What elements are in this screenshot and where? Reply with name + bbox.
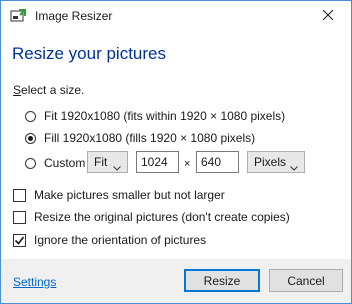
smaller-only-label: Make pictures smaller but not larger [34, 188, 225, 202]
image-resizer-app-icon [10, 8, 26, 24]
smaller-only-option[interactable]: Make pictures smaller but not larger [13, 188, 225, 202]
chevron-down-icon [113, 160, 121, 174]
resize-original-label: Resize the original pictures (don't crea… [34, 210, 290, 224]
custom-height-value: 640 [201, 155, 222, 169]
custom-unit-value: Pixels [254, 155, 287, 169]
cancel-button[interactable]: Cancel [269, 269, 343, 292]
cancel-button-label: Cancel [287, 273, 325, 288]
close-button[interactable] [305, 1, 351, 31]
size-option-fit[interactable]: Fit 1920x1080 (fits within 1920 × 1080 p… [25, 109, 285, 123]
page-heading: Resize your pictures [12, 44, 167, 63]
settings-link[interactable]: Settings [13, 275, 56, 289]
title-bar[interactable]: Image Resizer [1, 1, 351, 31]
custom-width-input[interactable]: 1024 [136, 151, 179, 173]
close-icon [322, 9, 334, 23]
radio-fill[interactable] [25, 132, 36, 144]
select-size-label: Select a size. [13, 83, 84, 97]
ignore-orientation-option[interactable]: Ignore the orientation of pictures [13, 233, 206, 247]
custom-mode-select[interactable]: Fit [87, 151, 128, 173]
size-option-custom-label: Custom [44, 156, 86, 170]
resize-button-label: Resize [203, 273, 241, 288]
radio-fit[interactable] [25, 110, 36, 122]
ignore-orientation-label: Ignore the orientation of pictures [34, 233, 207, 247]
checkmark-icon [14, 236, 25, 245]
radio-custom[interactable] [25, 157, 36, 169]
custom-height-input[interactable]: 640 [196, 151, 239, 173]
chevron-down-icon [290, 160, 298, 174]
size-option-custom[interactable]: Custom [25, 156, 85, 170]
resize-original-option[interactable]: Resize the original pictures (don't crea… [13, 210, 290, 224]
window-title: Image Resizer [35, 9, 113, 23]
select-size-label-text: elect a size. [21, 83, 85, 97]
custom-mode-value: Fit [94, 155, 108, 169]
ignore-orientation-checkbox[interactable] [13, 233, 26, 247]
custom-unit-select[interactable]: Pixels [247, 151, 305, 173]
select-size-label-accel: S [13, 83, 22, 97]
smaller-only-checkbox[interactable] [13, 188, 26, 202]
size-option-fill[interactable]: Fill 1920x1080 (fills 1920 × 1080 pixels… [25, 131, 255, 145]
resize-button[interactable]: Resize [184, 269, 260, 292]
dialog-footer: Settings Resize Cancel [1, 259, 351, 303]
times-symbol: × [184, 158, 191, 170]
custom-width-value: 1024 [141, 155, 168, 169]
size-option-fill-label: Fill 1920x1080 (fills 1920 × 1080 pixels… [44, 131, 256, 145]
resize-original-checkbox[interactable] [13, 210, 26, 224]
size-option-fit-label: Fit 1920x1080 (fits within 1920 × 1080 p… [44, 109, 286, 123]
image-resizer-window: Image Resizer Resize your pictures Selec… [0, 0, 352, 304]
